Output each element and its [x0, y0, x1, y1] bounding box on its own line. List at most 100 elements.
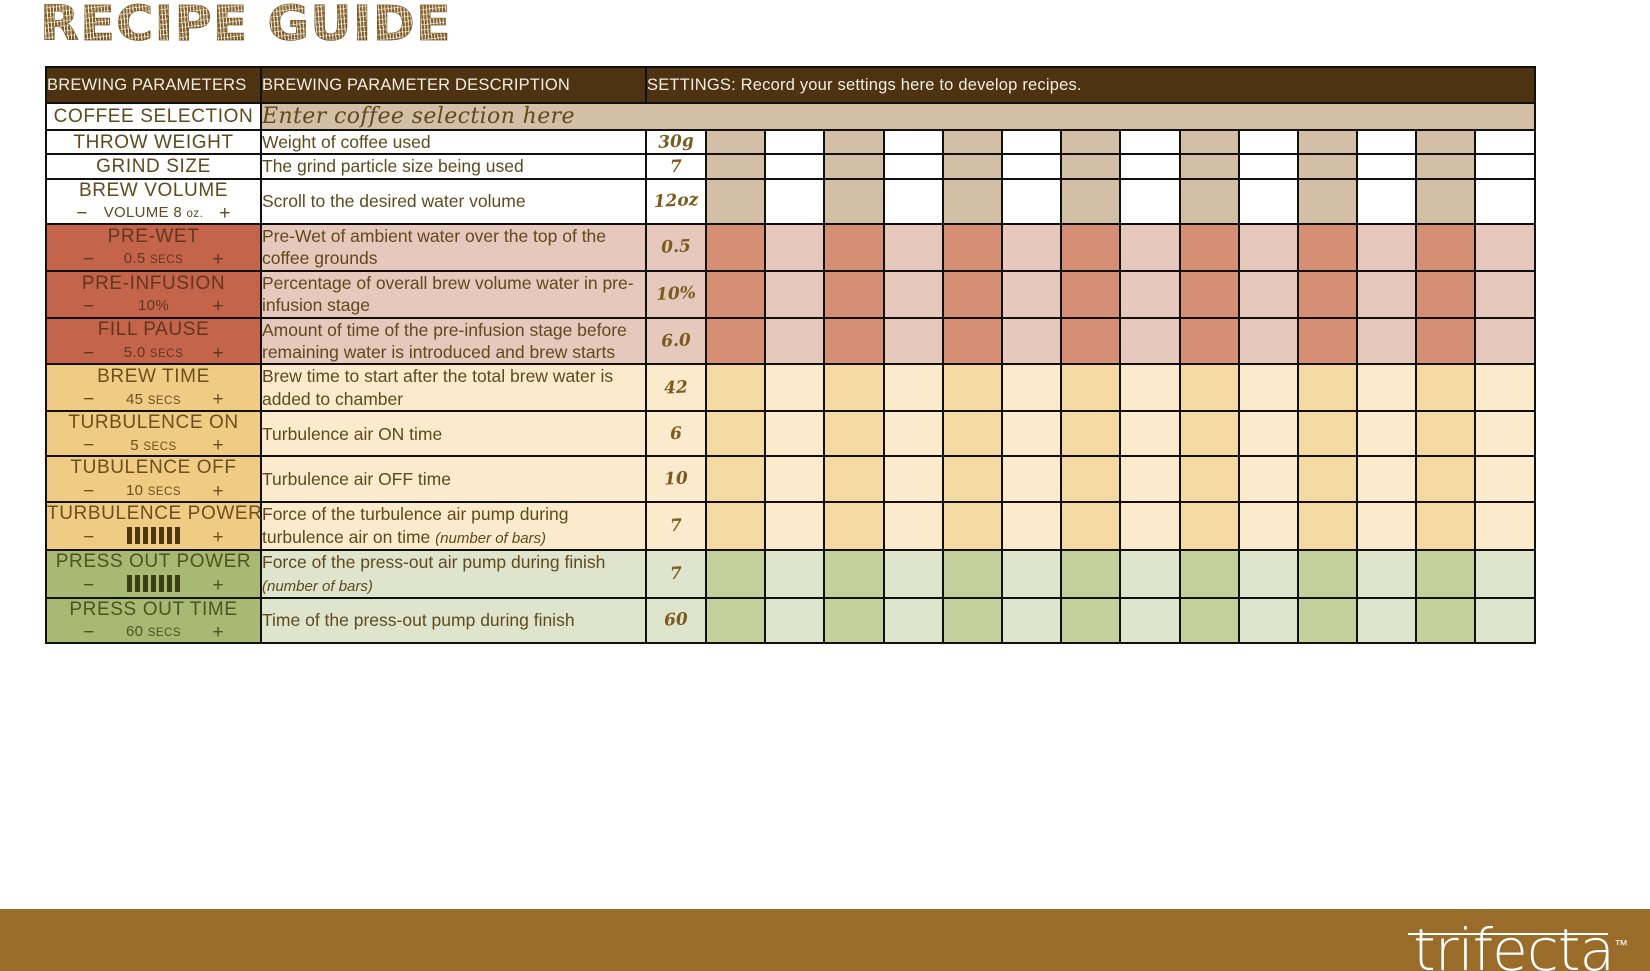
setting-slot[interactable]: [823, 410, 885, 458]
setting-slot[interactable]: [1000, 177, 1063, 226]
setting-slot[interactable]: [1474, 177, 1536, 226]
setting-slot[interactable]: [1000, 455, 1063, 503]
setting-slot[interactable]: [1296, 410, 1359, 458]
setting-slot[interactable]: [941, 153, 1003, 180]
setting-slot[interactable]: [1060, 269, 1122, 319]
setting-slot[interactable]: [1000, 223, 1063, 272]
setting-slot[interactable]: [882, 177, 944, 226]
setting-slot[interactable]: [1178, 223, 1240, 272]
setting-slot[interactable]: [941, 269, 1003, 319]
coffee-selection-input[interactable]: Enter coffee selection here: [260, 102, 1536, 131]
setting-slot[interactable]: [1237, 596, 1299, 645]
setting-slot[interactable]: [704, 153, 767, 180]
setting-slot[interactable]: [1119, 128, 1181, 156]
decrement-button[interactable]: −: [83, 344, 94, 363]
setting-slot[interactable]: [1237, 363, 1299, 413]
setting-slot[interactable]: [1060, 177, 1122, 226]
setting-slot[interactable]: [1356, 153, 1418, 180]
setting-slot[interactable]: [1000, 500, 1063, 551]
setting-slot[interactable]: [941, 596, 1003, 645]
setting-slot[interactable]: [1237, 128, 1299, 156]
setting-slot[interactable]: [1237, 153, 1299, 180]
setting-slot[interactable]: [1415, 269, 1477, 319]
setting-slot[interactable]: [1356, 548, 1418, 599]
decrement-button[interactable]: −: [83, 623, 94, 642]
setting-slot[interactable]: [1474, 596, 1536, 645]
setting-slot[interactable]: [1415, 596, 1477, 645]
increment-button[interactable]: +: [213, 297, 224, 316]
setting-slot[interactable]: [823, 128, 885, 156]
setting-slot[interactable]: [1119, 177, 1181, 226]
setting-slot[interactable]: [1178, 153, 1240, 180]
setting-slot[interactable]: [1000, 316, 1063, 366]
setting-slot[interactable]: [882, 410, 944, 458]
setting-slot[interactable]: [1237, 455, 1299, 503]
setting-slot[interactable]: [1119, 223, 1181, 272]
setting-slot[interactable]: [1119, 410, 1181, 458]
setting-slot[interactable]: [704, 128, 767, 156]
setting-slot[interactable]: [1296, 269, 1359, 319]
setting-slot[interactable]: [1178, 177, 1240, 226]
setting-slot[interactable]: [941, 316, 1003, 366]
setting-slot[interactable]: [1415, 177, 1477, 226]
setting-slot[interactable]: [1000, 410, 1063, 458]
setting-slot[interactable]: [1415, 455, 1477, 503]
setting-slot[interactable]: [704, 223, 767, 272]
setting-slot[interactable]: [823, 548, 885, 599]
setting-slot[interactable]: [1119, 548, 1181, 599]
setting-slot[interactable]: [823, 177, 885, 226]
setting-slot[interactable]: [941, 500, 1003, 551]
setting-slot[interactable]: [704, 548, 767, 599]
setting-slot[interactable]: [1237, 223, 1299, 272]
setting-slot[interactable]: [941, 363, 1003, 413]
setting-slot[interactable]: [1000, 153, 1063, 180]
setting-slot[interactable]: [1356, 177, 1418, 226]
setting-slot[interactable]: [764, 363, 826, 413]
setting-slot[interactable]: [1474, 153, 1536, 180]
increment-button[interactable]: +: [213, 390, 224, 409]
setting-slot[interactable]: [1415, 410, 1477, 458]
setting-slot[interactable]: [1060, 128, 1122, 156]
handwritten-value-cell[interactable]: 10%: [645, 269, 707, 319]
decrement-button[interactable]: −: [83, 436, 94, 455]
decrement-button[interactable]: −: [83, 482, 94, 501]
setting-slot[interactable]: [1296, 316, 1359, 366]
setting-slot[interactable]: [823, 316, 885, 366]
setting-slot[interactable]: [1356, 363, 1418, 413]
increment-button[interactable]: +: [213, 436, 224, 455]
setting-slot[interactable]: [1237, 269, 1299, 319]
setting-slot[interactable]: [941, 177, 1003, 226]
setting-slot[interactable]: [1296, 177, 1359, 226]
setting-slot[interactable]: [1356, 269, 1418, 319]
setting-slot[interactable]: [941, 455, 1003, 503]
setting-slot[interactable]: [882, 363, 944, 413]
setting-slot[interactable]: [941, 548, 1003, 599]
setting-slot[interactable]: [941, 410, 1003, 458]
setting-slot[interactable]: [1119, 455, 1181, 503]
decrement-button[interactable]: −: [83, 390, 94, 409]
increment-button[interactable]: +: [213, 576, 224, 595]
setting-slot[interactable]: [1296, 596, 1359, 645]
setting-slot[interactable]: [1178, 548, 1240, 599]
setting-slot[interactable]: [704, 410, 767, 458]
setting-slot[interactable]: [882, 455, 944, 503]
decrement-button[interactable]: −: [83, 528, 94, 547]
setting-slot[interactable]: [1000, 548, 1063, 599]
setting-slot[interactable]: [1474, 223, 1536, 272]
decrement-button[interactable]: −: [76, 204, 87, 223]
setting-slot[interactable]: [1119, 153, 1181, 180]
setting-slot[interactable]: [1296, 500, 1359, 551]
setting-slot[interactable]: [704, 596, 767, 645]
setting-slot[interactable]: [1060, 500, 1122, 551]
setting-slot[interactable]: [1356, 223, 1418, 272]
setting-slot[interactable]: [1474, 455, 1536, 503]
setting-slot[interactable]: [764, 269, 826, 319]
setting-slot[interactable]: [1119, 363, 1181, 413]
handwritten-value-cell[interactable]: 10: [645, 455, 707, 503]
setting-slot[interactable]: [1415, 548, 1477, 599]
setting-slot[interactable]: [1415, 500, 1477, 551]
setting-slot[interactable]: [823, 363, 885, 413]
setting-slot[interactable]: [1178, 410, 1240, 458]
handwritten-value-cell[interactable]: 12oz: [645, 177, 707, 226]
setting-slot[interactable]: [1178, 316, 1240, 366]
